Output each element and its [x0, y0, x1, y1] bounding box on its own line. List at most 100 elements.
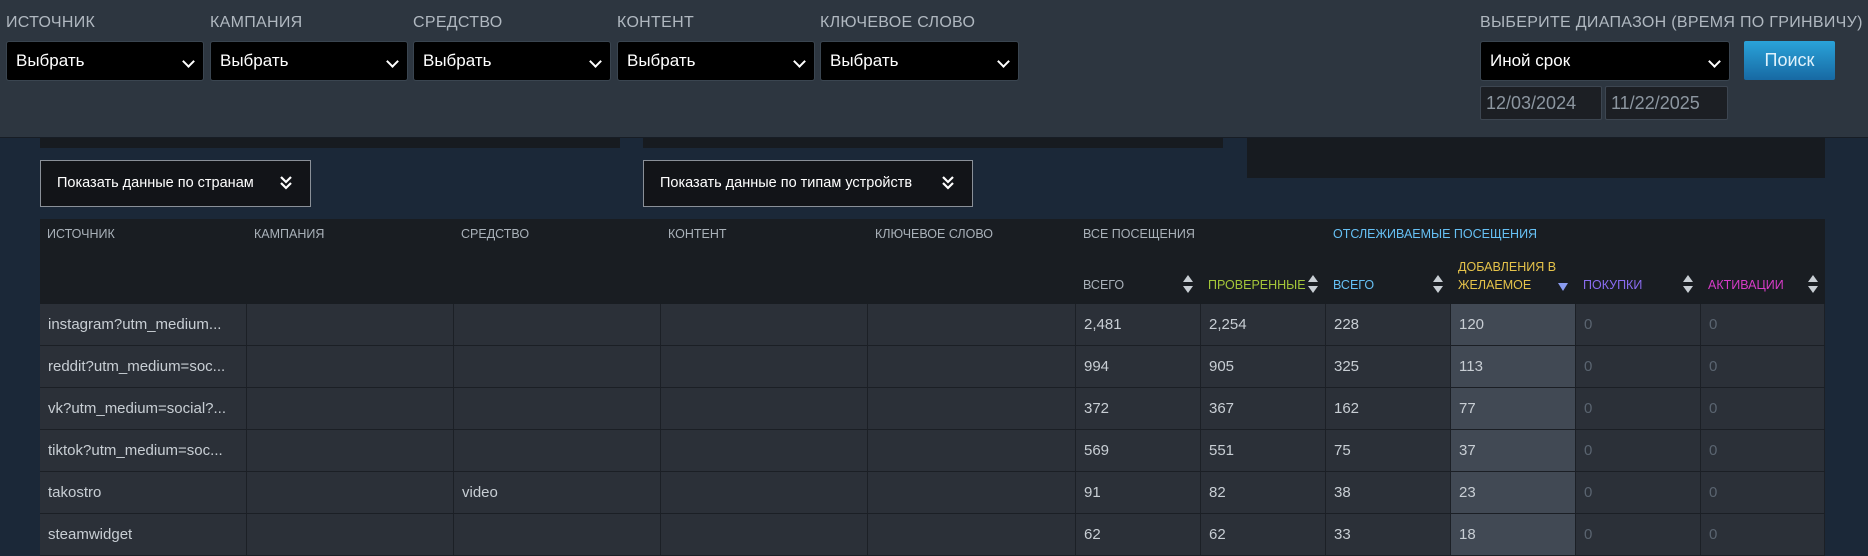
table-cell: 228: [1326, 304, 1451, 345]
table-cell: 325: [1326, 346, 1451, 387]
header-total[interactable]: ВСЕГО: [1083, 278, 1124, 292]
header-campaign[interactable]: КАМПАНИЯ: [254, 227, 324, 241]
table-row[interactable]: tiktok?utm_medium=soc... 569 551 75 37 0 0: [40, 430, 1825, 472]
table-cell: instagram?utm_medium...: [40, 304, 247, 345]
header-tracked-total[interactable]: ВСЕГО: [1333, 278, 1374, 292]
filter-content-label: КОНТЕНТ: [617, 14, 695, 31]
filter-medium-label: СРЕДСТВО: [413, 14, 503, 31]
table-cell: 33: [1326, 514, 1451, 555]
table-cell: [661, 304, 868, 345]
table-cell: [868, 514, 1076, 555]
header-medium[interactable]: СРЕДСТВО: [461, 227, 529, 241]
table-row[interactable]: takostro video 91 82 38 23 0 0: [40, 472, 1825, 514]
table-cell: 82: [1201, 472, 1326, 513]
sort-icon[interactable]: [1432, 274, 1444, 294]
table-row[interactable]: vk?utm_medium=social?... 372 367 162 77 0 0: [40, 388, 1825, 430]
medium-select[interactable]: Выбрать: [413, 41, 611, 81]
start-date-input[interactable]: 12/03/2024: [1480, 86, 1602, 120]
sort-icon[interactable]: [1307, 274, 1319, 294]
filter-medium: СРЕДСТВО Выбрать: [413, 12, 611, 81]
table-cell: 18: [1451, 514, 1576, 555]
table-cell: [454, 514, 661, 555]
content-select[interactable]: Выбрать: [617, 41, 815, 81]
table-row[interactable]: steamwidget 62 62 33 18 0 0: [40, 514, 1825, 556]
filter-campaign: КАМПАНИЯ Выбрать: [210, 12, 408, 81]
sort-icon[interactable]: [1807, 274, 1819, 294]
header-content[interactable]: КОНТЕНТ: [668, 227, 727, 241]
filter-campaign-label: КАМПАНИЯ: [210, 14, 303, 31]
utm-table: ИСТОЧНИК КАМПАНИЯ СРЕДСТВО КОНТЕНТ КЛЮЧЕ…: [40, 219, 1825, 556]
header-wishlist-line1[interactable]: ДОБАВЛЕНИЯ В: [1458, 260, 1556, 274]
table-cell: [454, 430, 661, 471]
source-select[interactable]: Выбрать: [6, 41, 204, 81]
table-cell: [868, 346, 1076, 387]
search-button[interactable]: Поиск: [1744, 41, 1835, 80]
show-devices-button[interactable]: Показать данные по типам устройств: [643, 160, 973, 207]
table-cell: 2,481: [1076, 304, 1201, 345]
table-cell: 113: [1451, 346, 1576, 387]
chevron-down-icon: [182, 55, 195, 68]
table-cell: 37: [1451, 430, 1576, 471]
source-select-value: Выбрать: [16, 51, 85, 70]
table-cell: [247, 346, 454, 387]
countries-panel: [40, 138, 620, 148]
header-source[interactable]: ИСТОЧНИК: [47, 227, 115, 241]
end-date-input[interactable]: 11/22/2025: [1605, 86, 1728, 120]
table-cell: [661, 346, 868, 387]
table-cell: [661, 514, 868, 555]
table-cell: 367: [1201, 388, 1326, 429]
header-tracked-visits: ОТСЛЕЖИВАЕМЫЕ ПОСЕЩЕНИЯ: [1333, 227, 1538, 241]
table-row[interactable]: instagram?utm_medium... 2,481 2,254 228 120 0…: [40, 304, 1825, 346]
chevron-down-icon: [793, 55, 806, 68]
content-select-value: Выбрать: [627, 51, 696, 70]
double-chevron-down-icon: [942, 176, 954, 190]
keyword-select[interactable]: Выбрать: [820, 41, 1019, 81]
campaign-select-value: Выбрать: [220, 51, 289, 70]
table-cell: 91: [1076, 472, 1201, 513]
table-cell: 62: [1076, 514, 1201, 555]
campaign-select[interactable]: Выбрать: [210, 41, 408, 81]
filter-bar: ИСТОЧНИК Выбрать КАМПАНИЯ Выбрать СРЕДСТ…: [0, 0, 1868, 138]
table-cell: vk?utm_medium=social?...: [40, 388, 247, 429]
table-row[interactable]: reddit?utm_medium=soc... 994 905 325 113 0 0: [40, 346, 1825, 388]
table-cell: 569: [1076, 430, 1201, 471]
filter-range: ВЫБЕРИТЕ ДИАПАЗОН (ВРЕМЯ ПО ГРИНВИЧУ) Ин…: [1480, 12, 1862, 81]
medium-select-value: Выбрать: [423, 51, 492, 70]
header-activations[interactable]: АКТИВАЦИИ: [1708, 278, 1784, 292]
show-countries-label: Показать данные по странам: [57, 175, 254, 191]
sort-desc-icon[interactable]: [1557, 282, 1569, 292]
devices-panel: [643, 138, 1223, 148]
header-purchases[interactable]: ПОКУПКИ: [1583, 278, 1642, 292]
table-cell: [868, 304, 1076, 345]
table-body: instagram?utm_medium... 2,481 2,254 228 120 0…: [40, 304, 1825, 556]
table-cell: [247, 430, 454, 471]
sort-icon[interactable]: [1682, 274, 1694, 294]
table-cell: 77: [1451, 388, 1576, 429]
double-chevron-down-icon: [280, 176, 292, 190]
table-cell: 551: [1201, 430, 1326, 471]
range-select[interactable]: Иной срок: [1480, 41, 1730, 81]
table-cell: 0: [1576, 388, 1701, 429]
table-cell: [661, 388, 868, 429]
table-cell: 2,254: [1201, 304, 1326, 345]
table-cell: 0: [1576, 430, 1701, 471]
table-cell: tiktok?utm_medium=soc...: [40, 430, 247, 471]
table-cell: 372: [1076, 388, 1201, 429]
range-select-value: Иной срок: [1490, 51, 1571, 70]
table-cell: 905: [1201, 346, 1326, 387]
table-cell: 0: [1576, 472, 1701, 513]
filter-keyword: КЛЮЧЕВОЕ СЛОВО Выбрать: [820, 12, 1019, 81]
table-cell: video: [454, 472, 661, 513]
header-keyword[interactable]: КЛЮЧЕВОЕ СЛОВО: [875, 227, 993, 241]
header-verified[interactable]: ПРОВЕРЕННЫЕ: [1208, 278, 1306, 292]
chevron-down-icon: [386, 55, 399, 68]
filter-source-label: ИСТОЧНИК: [6, 14, 96, 31]
header-wishlist-line2[interactable]: ЖЕЛАЕМОЕ: [1458, 278, 1531, 292]
table-cell: [661, 472, 868, 513]
table-cell: takostro: [40, 472, 247, 513]
filter-source: ИСТОЧНИК Выбрать: [6, 12, 204, 81]
show-countries-button[interactable]: Показать данные по странам: [40, 160, 311, 207]
table-cell: reddit?utm_medium=soc...: [40, 346, 247, 387]
table-cell: 0: [1701, 430, 1825, 471]
sort-icon[interactable]: [1182, 274, 1194, 294]
